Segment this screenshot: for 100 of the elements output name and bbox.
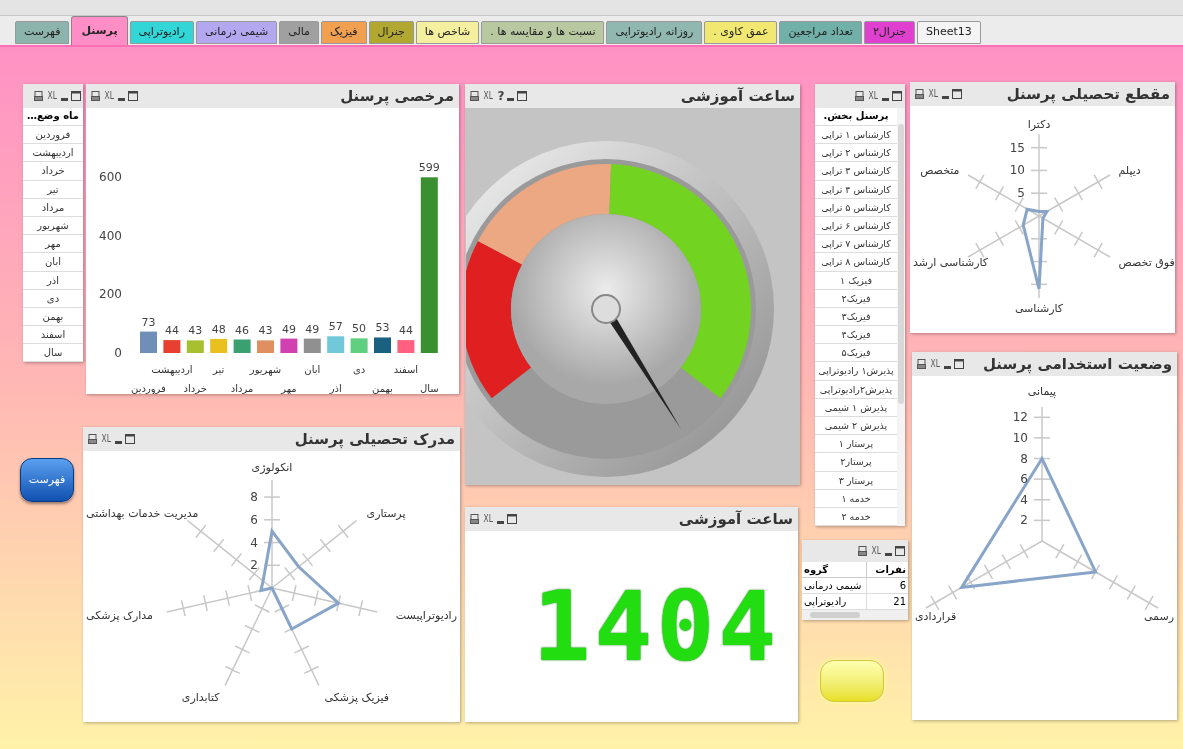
list-item[interactable]: مرداد (23, 198, 83, 217)
print-icon[interactable] (857, 546, 867, 556)
axis-tick-label: 8 (1020, 451, 1028, 466)
list-item[interactable]: سال (23, 344, 83, 363)
category-label: تیر (213, 364, 225, 375)
xl-button[interactable]: XL (930, 359, 940, 369)
maximize-icon[interactable] (125, 434, 136, 444)
value-label: 43 (258, 324, 273, 338)
scrollbar[interactable] (802, 610, 908, 620)
maximize-icon[interactable] (507, 514, 518, 524)
maximize-icon[interactable] (954, 359, 965, 369)
sheet-tab[interactable]: تعداد مراجعین (779, 21, 862, 44)
category-label: رادیوتراپیست (395, 608, 457, 622)
value-label: 48 (211, 322, 226, 336)
table-cell: 21 (866, 594, 908, 609)
category-label: رسمی (1143, 610, 1174, 624)
list-item[interactable]: ابان (23, 253, 83, 272)
maximize-icon[interactable] (128, 91, 139, 101)
maximize-icon[interactable] (71, 91, 81, 101)
category-label: مهر (281, 383, 297, 394)
print-icon[interactable] (915, 89, 924, 99)
list-item[interactable]: خرداد (23, 162, 83, 181)
category-label: کتابداری (181, 691, 220, 704)
list-item[interactable]: اسفند (23, 326, 83, 345)
sheet-tab[interactable]: پرسنل (71, 16, 128, 45)
value-label: 53 (375, 321, 390, 335)
maximize-icon[interactable] (892, 91, 902, 101)
category-label: سال (419, 383, 439, 394)
axis-tick-label: 8 (250, 490, 258, 505)
axis-tick-label: 200 (99, 287, 122, 302)
list-item[interactable]: اردیبهشت (23, 144, 83, 163)
help-button[interactable]: ? (497, 90, 505, 102)
table-cell: 6 (866, 578, 908, 593)
value-label: 43 (188, 324, 203, 338)
xl-button[interactable]: XL (104, 91, 114, 101)
sheet-tab[interactable]: روزانه رادیوتراپی (606, 21, 703, 44)
list-item[interactable]: تیر (23, 180, 83, 199)
maximize-icon[interactable] (895, 546, 905, 556)
category-label: قراردادی (915, 610, 957, 624)
xl-button[interactable]: XL (868, 91, 878, 101)
value-label: 44 (164, 324, 179, 338)
menu-button[interactable]: فهرست (20, 458, 74, 502)
category-label: انکولوژی (251, 461, 293, 475)
list-item[interactable]: مهر (23, 235, 83, 254)
xl-button[interactable]: XL (47, 91, 57, 101)
category-label: اردیبهشت (151, 364, 193, 375)
list-item[interactable]: فروردین (23, 126, 83, 145)
list-item[interactable]: شهریور (23, 216, 83, 236)
sheet-tab[interactable]: فهرست (15, 21, 70, 44)
sheet-tab[interactable]: جنرال۲ (863, 21, 916, 44)
list-item[interactable]: اذر (23, 271, 83, 290)
panel-title: مدرک تحصیلی پرسنل (294, 428, 455, 451)
list-header: ماه وضع… (23, 108, 83, 126)
axis-tick-label: 10 (1009, 163, 1025, 178)
sheet-tab[interactable]: Sheet13 (917, 21, 981, 44)
value-label: 49 (281, 322, 296, 336)
print-icon[interactable] (88, 434, 97, 444)
table-cell-text: رادیوتراپی (803, 595, 848, 609)
print-icon[interactable] (854, 91, 864, 101)
axis-tick-label: 5 (1017, 186, 1025, 201)
sheet-tab[interactable]: مالی (279, 21, 319, 44)
category-label: کارشناسی ارشد (913, 255, 989, 269)
sheet-tab[interactable]: شیمی درمانی (195, 21, 278, 44)
print-icon[interactable] (470, 514, 479, 524)
sheet-tab[interactable]: جنرال (368, 21, 414, 44)
category-label: اذر (329, 383, 342, 394)
xl-button[interactable]: XL (871, 546, 881, 556)
value-label: 73 (141, 315, 156, 329)
axis-tick-label: 4 (250, 535, 258, 550)
xl-button[interactable]: XL (483, 91, 493, 101)
xl-button[interactable]: XL (483, 514, 493, 524)
column-header[interactable]: گروه (802, 562, 866, 577)
maximize-icon[interactable] (517, 91, 528, 101)
xl-button[interactable]: XL (101, 434, 111, 444)
list-item[interactable]: بهمن (23, 307, 83, 327)
sheet-tab[interactable]: شاخص ها (415, 21, 480, 44)
sheet-tab[interactable]: فیزیک (321, 21, 367, 44)
sheet-tab[interactable]: عمق کاوی . (704, 21, 778, 44)
scrollbar[interactable] (897, 108, 905, 527)
axis-tick-label: 6 (1020, 472, 1028, 487)
print-icon[interactable] (470, 91, 479, 101)
panel-title: مقطع تحصیلی پرسنل (1006, 83, 1170, 106)
sheet-tab[interactable]: رادیوتراپی (129, 21, 194, 44)
category-label: شهریور (249, 364, 282, 375)
category-label: پرستاری (366, 506, 406, 520)
print-icon[interactable] (33, 91, 43, 101)
category-label: خرداد (183, 383, 207, 394)
list-item[interactable]: دی (23, 289, 83, 308)
value-label: 49 (305, 322, 320, 336)
xl-button[interactable]: XL (928, 89, 938, 99)
column-header[interactable]: نفرات (866, 562, 908, 577)
category-label: ابان (304, 364, 321, 375)
maximize-icon[interactable] (952, 89, 963, 99)
category-label: کارشناسی (1014, 301, 1064, 315)
sheet-tab[interactable]: نسبت ها و مقایسه ها . (481, 21, 605, 44)
category-label: فیزیک پزشکی (324, 691, 390, 704)
category-label: بهمن (372, 383, 393, 394)
print-icon[interactable] (91, 91, 100, 101)
print-icon[interactable] (917, 359, 926, 369)
value-label: 44 (398, 324, 413, 338)
